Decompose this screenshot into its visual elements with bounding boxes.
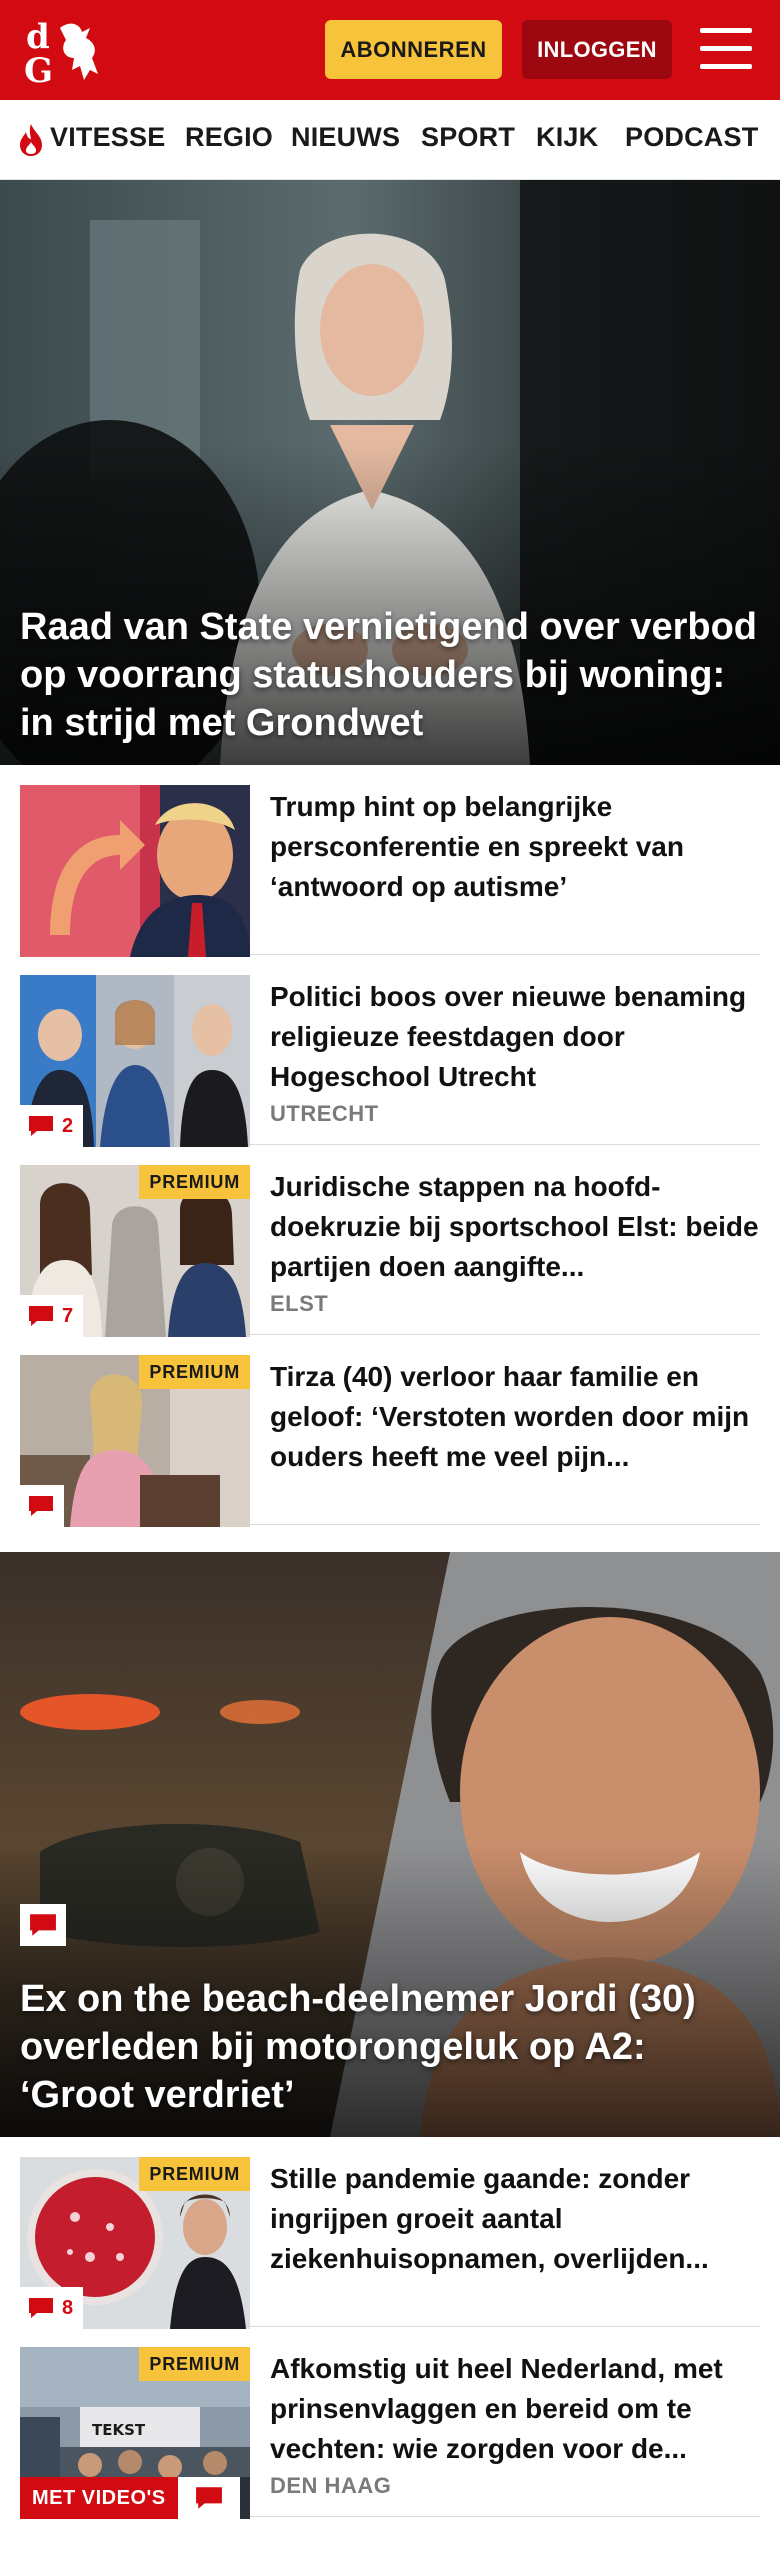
list-item[interactable]: TEKST PREMIUM MET VIDEO'S Afkomstig uit … [20,2327,760,2519]
premium-badge: PREMIUM [139,1165,250,1199]
comment-count[interactable] [178,2477,240,2519]
article-title[interactable]: Juridische stappen na hoofd­doekruzie bi… [270,1167,760,1287]
article-location-tag[interactable]: ELST [270,1291,328,1317]
comment-icon [196,2487,222,2509]
logo[interactable]: d G [20,14,120,86]
login-button[interactable]: INLOGGEN [522,20,672,79]
nav-item-vitesse[interactable]: VITESSE [50,122,165,153]
comment-count[interactable] [20,1485,64,1527]
nav-item-kijk[interactable]: KIJK [536,122,598,153]
nav-item-regio[interactable]: REGIO [185,122,273,153]
list-item[interactable]: PREMIUM 7 Juridische stappen na hoofd­do… [20,1145,760,1337]
svg-text:TEKST: TEKST [92,2421,146,2439]
article-title[interactable]: Trump hint op belangrijke persconferenti… [270,787,760,907]
comment-icon [29,1116,53,1136]
comment-count[interactable]: 2 [20,1105,84,1147]
top-header: d G ABONNEREN INLOGGEN [0,0,780,100]
article-thumbnail: PREMIUM 8 [20,2157,250,2329]
hamburger-icon[interactable] [700,26,752,72]
nav-item-sport[interactable]: SPORT [421,122,515,153]
comment-icon [30,1914,56,1936]
article-thumbnail: TEKST PREMIUM MET VIDEO'S [20,2347,250,2519]
article-location-tag[interactable]: DEN HAAG [270,2473,391,2499]
list-item[interactable]: Trump hint op belangrijke persconferenti… [20,765,760,957]
list-item[interactable]: PREMIUM 8 Stille pandemie gaande: zonder… [20,2137,760,2329]
list-item[interactable]: 2 Politici boos over nieuwe benaming rel… [20,955,760,1147]
hero-article[interactable]: Raad van State vernietigend over verbod … [0,180,780,765]
list-item[interactable]: PREMIUM Tirza (40) verloor haar familie … [20,1335,760,1527]
comment-count[interactable] [20,1904,66,1946]
subscribe-button[interactable]: ABONNEREN [325,20,502,79]
comment-icon [29,1496,53,1516]
comment-count-value: 7 [62,1304,74,1327]
article-title[interactable]: Afkomstig uit heel Nederland, met prinse… [270,2349,760,2469]
main-navigation: VITESSE REGIO NIEUWS SPORT KIJK PODCAST [0,100,780,180]
comment-count[interactable]: 8 [20,2287,84,2329]
comment-count-value: 2 [62,1114,74,1137]
article-title[interactable]: Stille pandemie gaande: zonder ingrijpen… [270,2159,760,2279]
comment-count[interactable]: 7 [20,1295,84,1337]
video-badge[interactable]: MET VIDEO'S [20,2477,178,2519]
hero-article-secondary[interactable]: Ex on the beach-deelnemer Jordi (30) ove… [0,1552,780,2137]
premium-badge: PREMIUM [139,1355,250,1389]
article-title[interactable]: Tirza (40) verloor haar familie en geloo… [270,1357,760,1477]
svg-text:G: G [24,51,53,86]
premium-badge: PREMIUM [139,2347,250,2381]
flame-icon [20,124,42,156]
nav-item-nieuws[interactable]: NIEUWS [291,122,400,153]
article-thumbnail: 2 [20,975,250,1147]
comment-count-value: 8 [62,2296,74,2319]
premium-badge: PREMIUM [139,2157,250,2191]
article-title[interactable]: Politici boos over nieuwe benaming relig… [270,977,760,1097]
article-thumbnail: PREMIUM [20,1355,250,1527]
comment-icon [29,2298,53,2318]
hero-headline[interactable]: Raad van State vernietigend over verbod … [20,603,760,747]
article-thumbnail [20,785,250,957]
article-location-tag[interactable]: UTRECHT [270,1101,379,1127]
comment-icon [29,1306,53,1326]
nav-item-podcast[interactable]: PODCAST [625,122,758,153]
article-thumbnail: PREMIUM 7 [20,1165,250,1337]
hero2-headline[interactable]: Ex on the beach-deelnemer Jordi (30) ove… [20,1975,760,2119]
